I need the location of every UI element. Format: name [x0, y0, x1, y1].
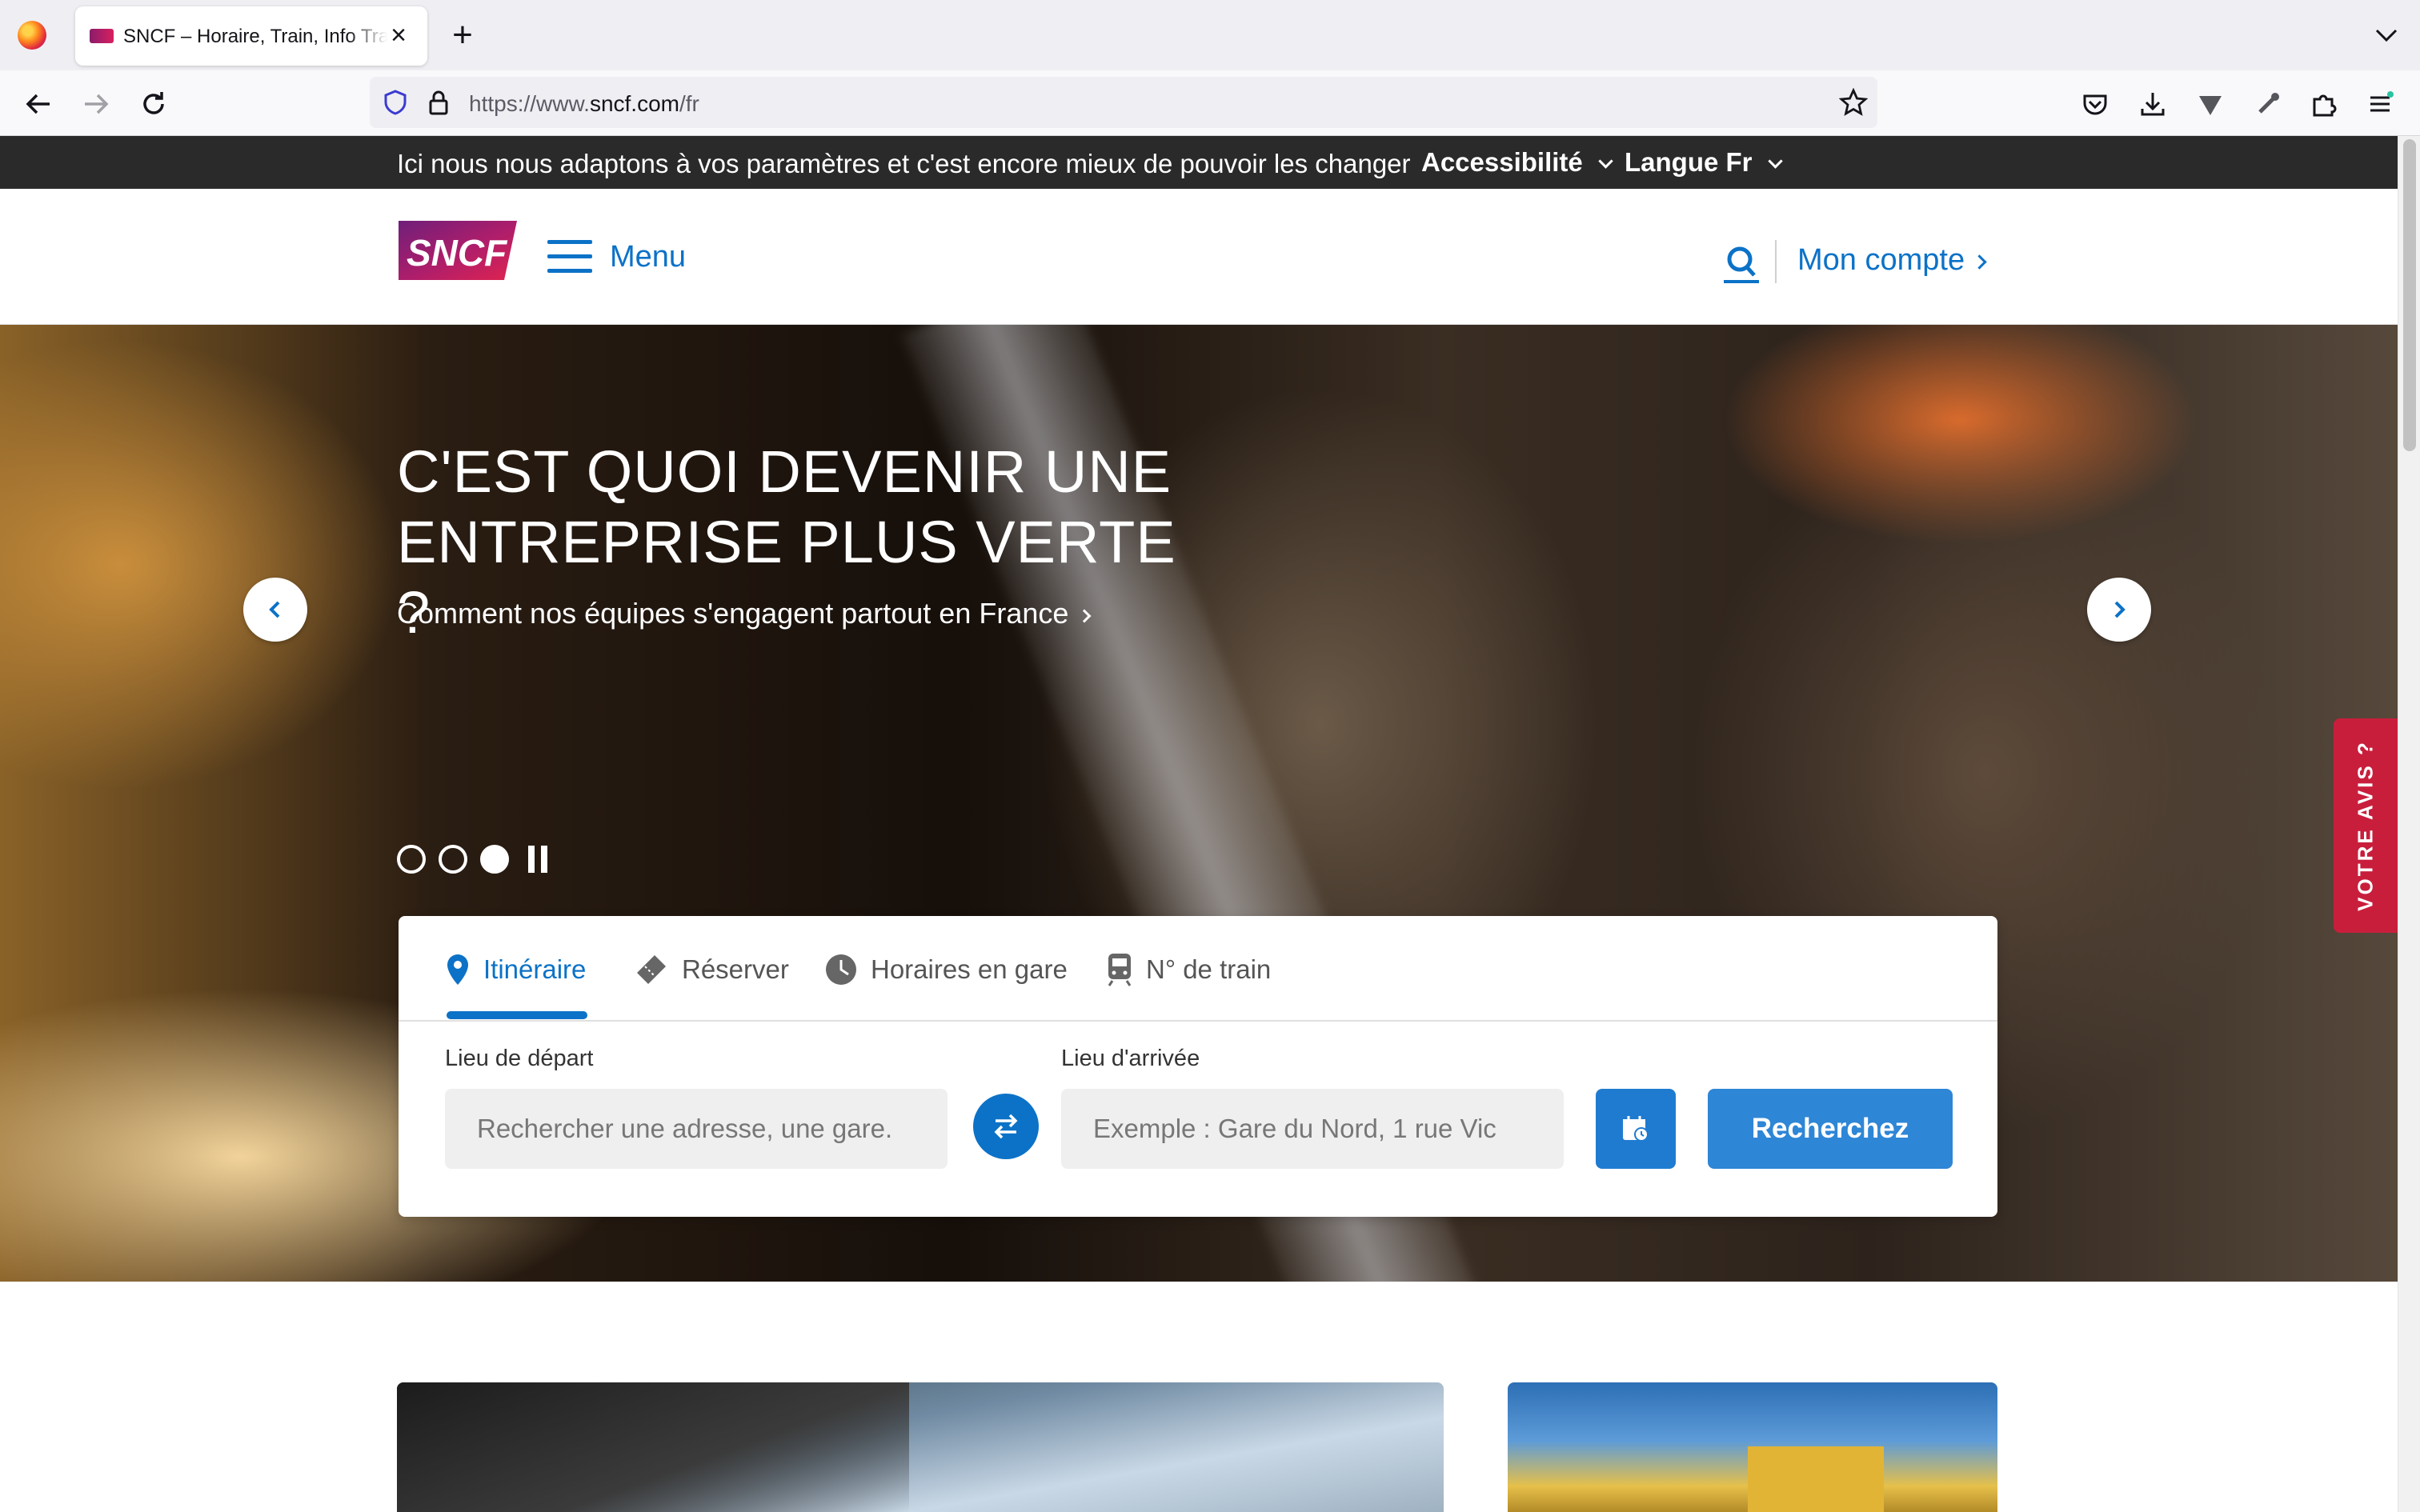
station-roof-image: [397, 1382, 909, 1512]
tab-numero-de-train[interactable]: N° de train: [1106, 950, 1271, 990]
search-submit-button[interactable]: Recherchez: [1708, 1089, 1953, 1169]
logo-text: SNCF: [407, 232, 508, 274]
calendar-clock-icon: [1623, 1116, 1649, 1142]
url-text[interactable]: https://www.sncf.com/fr: [469, 91, 699, 117]
address-bar[interactable]: https://www.sncf.com/fr: [370, 77, 1877, 128]
firefox-logo-icon: [18, 21, 46, 50]
tab-itineraire[interactable]: Itinéraire: [445, 950, 586, 990]
account-link[interactable]: Mon compte: [1797, 243, 1987, 278]
feedback-tab[interactable]: VOTRE AVIS ?: [2334, 718, 2398, 933]
accessibility-dropdown[interactable]: Accessibilité: [1421, 147, 1613, 178]
browser-tab-active[interactable]: SNCF – Horaire, Train, Info Trafic ×: [75, 6, 427, 66]
tab-reserver[interactable]: Réserver: [634, 950, 789, 990]
scrollbar-thumb[interactable]: [2403, 139, 2416, 451]
language-dropdown[interactable]: Langue Fr: [1625, 147, 1783, 178]
browser-nav-bar: https://www.sncf.com/fr: [0, 70, 2420, 136]
accessibility-banner: Ici nous nous adaptons à vos paramètres …: [0, 136, 2398, 189]
carousel-dot-1[interactable]: [397, 845, 426, 874]
carousel-dot-2[interactable]: [439, 845, 467, 874]
menu-label: Menu: [610, 239, 687, 274]
content-card-image-2[interactable]: [1508, 1382, 1997, 1512]
bookmark-star-icon[interactable]: [1839, 88, 1868, 117]
list-all-tabs-button[interactable]: [2370, 19, 2402, 51]
chevron-right-icon: [2114, 601, 2126, 618]
arrow-left-icon: [26, 94, 50, 114]
lock-icon[interactable]: [426, 88, 451, 117]
sncf-logo[interactable]: SNCF: [399, 218, 517, 280]
account-label: Mon compte: [1797, 243, 1965, 277]
clock-icon: [826, 954, 856, 985]
chevron-down-icon: [1767, 154, 1783, 169]
menu-button[interactable]: Menu: [547, 237, 686, 277]
carousel-indicators: [397, 843, 549, 875]
browser-tab-strip: SNCF – Horaire, Train, Info Trafic × +: [0, 0, 2420, 70]
pocket-button[interactable]: [2077, 86, 2113, 122]
carousel-next-button[interactable]: [2087, 578, 2151, 642]
search-tabs: Itinéraire Réserver Horaires en gare N° …: [399, 916, 1997, 1022]
tab-label: N° de train: [1146, 954, 1272, 984]
train-icon: [1108, 954, 1132, 986]
departure-label: Lieu de départ: [445, 1046, 594, 1071]
swap-stations-button[interactable]: [973, 1094, 1039, 1159]
tab-label: Itinéraire: [483, 954, 587, 984]
puzzle-piece-icon: [2313, 94, 2337, 117]
accessibility-label: Accessibilité: [1421, 147, 1583, 177]
ticket-icon: [637, 955, 666, 984]
content-card-image-1[interactable]: [397, 1382, 1444, 1512]
chevron-right-icon: [1077, 609, 1092, 623]
arrow-right-icon: [85, 94, 109, 114]
download-icon: [2141, 93, 2165, 116]
sncf-favicon-icon: [90, 29, 114, 43]
arrival-label: Lieu d'arrivée: [1061, 1046, 1200, 1071]
extensions-button[interactable]: [2306, 86, 2342, 122]
page-scrollbar[interactable]: [2398, 136, 2420, 1512]
date-picker-button[interactable]: [1596, 1089, 1676, 1169]
pause-icon[interactable]: [527, 846, 549, 873]
hamburger-menu-icon: [547, 240, 592, 274]
tab-title: SNCF – Horaire, Train, Info Trafic: [123, 26, 387, 47]
hamburger-menu-icon: [2370, 91, 2394, 112]
arrival-input[interactable]: [1061, 1089, 1564, 1169]
feedback-label: VOTRE AVIS ?: [2353, 740, 2378, 911]
header-divider: [1775, 240, 1777, 283]
reload-button[interactable]: [136, 86, 171, 122]
extension-button-v[interactable]: [2193, 86, 2228, 122]
tab-close-icon[interactable]: ×: [383, 19, 415, 51]
eyedropper-icon: [2258, 93, 2279, 114]
journey-search-card: Itinéraire Réserver Horaires en gare N° …: [399, 916, 1997, 1217]
hero-subtitle-link[interactable]: Comment nos équipes s'engagent partout e…: [397, 597, 1092, 630]
carousel-dot-3[interactable]: [480, 845, 509, 874]
active-tab-indicator: [447, 1011, 587, 1019]
reload-icon: [143, 92, 164, 114]
tab-horaires-en-gare[interactable]: Horaires en gare: [824, 950, 1068, 990]
carousel-prev-button[interactable]: [243, 578, 307, 642]
chevron-left-icon: [269, 601, 280, 618]
tab-label: Réserver: [682, 954, 789, 984]
forward-button[interactable]: [78, 86, 114, 122]
chevron-down-icon: [2375, 29, 2398, 42]
chevron-down-icon: [1598, 154, 1613, 169]
banner-message: Ici nous nous adaptons à vos paramètres …: [397, 149, 1411, 178]
tab-label: Horaires en gare: [871, 954, 1068, 984]
new-tab-button[interactable]: +: [445, 18, 480, 53]
site-header: SNCF Menu Mon compte: [0, 189, 2398, 325]
yellow-structure-image: [1748, 1446, 1884, 1512]
location-pin-icon: [447, 954, 468, 985]
shield-icon[interactable]: [381, 88, 410, 117]
app-menu-button[interactable]: [2362, 86, 2398, 122]
extension-button-pen[interactable]: [2250, 86, 2286, 122]
downloads-button[interactable]: [2135, 86, 2170, 122]
pocket-icon: [2083, 94, 2107, 115]
search-icon[interactable]: [1721, 243, 1762, 285]
language-label: Langue Fr: [1625, 147, 1753, 177]
swap-arrows-icon: [994, 1114, 1018, 1139]
vpn-extension-icon: [2199, 96, 2222, 115]
hero-subtitle: Comment nos équipes s'engagent partout e…: [397, 597, 1069, 630]
departure-input[interactable]: [445, 1089, 948, 1169]
chevron-right-icon: [1972, 254, 1987, 270]
back-button[interactable]: [21, 86, 56, 122]
